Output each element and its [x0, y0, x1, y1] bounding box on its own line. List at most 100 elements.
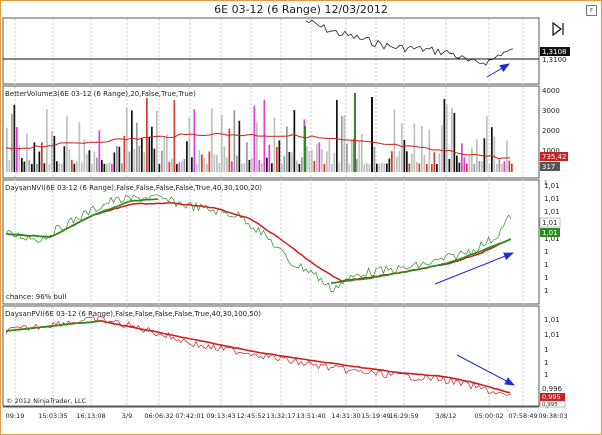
volume-bar: [146, 98, 148, 172]
time-axis-label: 05:00:02: [474, 412, 503, 420]
volume-bar: [53, 135, 56, 172]
volume-bar: [331, 163, 333, 172]
volume-bar: [281, 163, 283, 172]
volume-bar: [366, 163, 368, 172]
volume-bar: [466, 163, 468, 172]
volume-bar: [348, 164, 351, 172]
volume-bar: [76, 161, 78, 172]
volume-bar: [273, 118, 276, 172]
next-bar-icon[interactable]: [552, 21, 564, 37]
volume-bar: [401, 123, 403, 172]
volume-bar: [141, 138, 143, 172]
volume-bar: [231, 161, 233, 172]
volume-bar: [128, 151, 131, 172]
price-panel[interactable]: [2, 17, 540, 85]
volume-bar: [178, 162, 181, 172]
volume-bar: [276, 146, 278, 172]
volume-bar: [416, 161, 418, 172]
volume-bar: [478, 161, 481, 172]
volume-bar: [341, 116, 343, 172]
time-axis-label: 07:58:49: [508, 412, 537, 420]
volume-bar: [118, 146, 121, 172]
volume-bar: [493, 136, 496, 172]
volume-bar: [373, 146, 376, 172]
volume-bar: [238, 120, 241, 172]
volume-bar: [246, 142, 248, 172]
volume-bar: [23, 161, 26, 172]
time-axis-label: 14:31:30: [331, 412, 360, 420]
time-axis[interactable]: 09:19 15:03:35 16:13:08 3/9 06:06:32 07:42:01…: [6, 412, 568, 420]
volume-bar: [61, 163, 63, 172]
volume-bar: [396, 156, 398, 172]
volume-bar: [51, 131, 53, 172]
volume-bar: [461, 143, 463, 172]
volume-bar: [256, 122, 258, 172]
volume-bar: [143, 152, 146, 172]
volume-bar: [13, 104, 16, 172]
volume-bar: [8, 160, 11, 172]
nvi-tag: 1,01: [542, 229, 558, 237]
volume-bar: [321, 149, 323, 172]
pvi-tick: 0,996: [542, 385, 563, 393]
volume-bar: [488, 163, 491, 172]
volume-bar: [293, 110, 296, 172]
volume-bar: [291, 152, 293, 172]
volume-bar: [346, 143, 348, 172]
volume-bar: [106, 163, 108, 172]
volume-bar: [66, 115, 68, 172]
volume-bar: [196, 163, 198, 172]
volume-bar: [108, 162, 111, 172]
volume-bar: [501, 164, 503, 172]
volume-bar: [351, 139, 353, 172]
volume-bar: [93, 151, 96, 172]
volume-bar: [431, 164, 433, 172]
volume-bar: [78, 122, 81, 172]
volume-bar: [208, 151, 211, 172]
volume-bar: [156, 110, 158, 172]
volume-bar: [28, 160, 31, 172]
volume-bar: [298, 163, 301, 172]
volume-bar: [358, 141, 361, 172]
volume-bar: [471, 147, 473, 172]
volume-bar: [221, 114, 223, 172]
nvi-tick: 1: [544, 261, 548, 269]
volume-bar: [148, 136, 151, 172]
volume-bar: [101, 160, 103, 172]
volume-bar: [436, 164, 438, 172]
volume-bar: [363, 164, 366, 172]
volume-bar: [36, 163, 38, 172]
volume-bar: [43, 163, 46, 172]
volume-bar: [6, 127, 8, 172]
nvi-indicator-label: DaysanNVI(6E 03-12 (6 Range),False,False…: [5, 184, 262, 192]
volume-bar: [86, 154, 88, 172]
price-tick: 1,3100: [542, 56, 567, 64]
volume-bar: [354, 93, 356, 172]
volume-bar: [201, 154, 203, 172]
pvi-tick: 1: [544, 346, 548, 354]
chart-canvas[interactable]: 1,3100 1,3108 BetterVolume3(6E 03-12 (6 …: [1, 1, 601, 434]
volume-bar: [133, 148, 136, 172]
time-axis-label: 09:13:43: [206, 412, 235, 420]
volume-bar: [486, 116, 488, 172]
last-price-tag: 1,3108: [542, 48, 567, 56]
volume-bar: [48, 164, 51, 172]
volume-bar: [483, 138, 486, 172]
nvi-panel[interactable]: [2, 179, 540, 305]
volume-bar: [391, 151, 393, 172]
volume-bar: [496, 164, 498, 172]
volume-bar: [381, 163, 383, 172]
volume-bar: [283, 155, 286, 172]
volume-bar: [376, 163, 378, 172]
volume-bar: [258, 159, 261, 172]
volume-bar: [386, 163, 388, 172]
volume-bar: [46, 109, 48, 172]
volume-bar: [491, 127, 493, 172]
volume-bar: [116, 146, 118, 172]
volume-bar: [446, 104, 448, 172]
time-axis-label: 15:03:35: [38, 412, 67, 420]
time-axis-label: 15:19:49: [361, 412, 390, 420]
volume-tick: 2000: [542, 127, 560, 135]
nvi-tick: 1: [544, 248, 548, 256]
volume-bar: [21, 158, 23, 172]
volume-bar: [356, 159, 358, 172]
